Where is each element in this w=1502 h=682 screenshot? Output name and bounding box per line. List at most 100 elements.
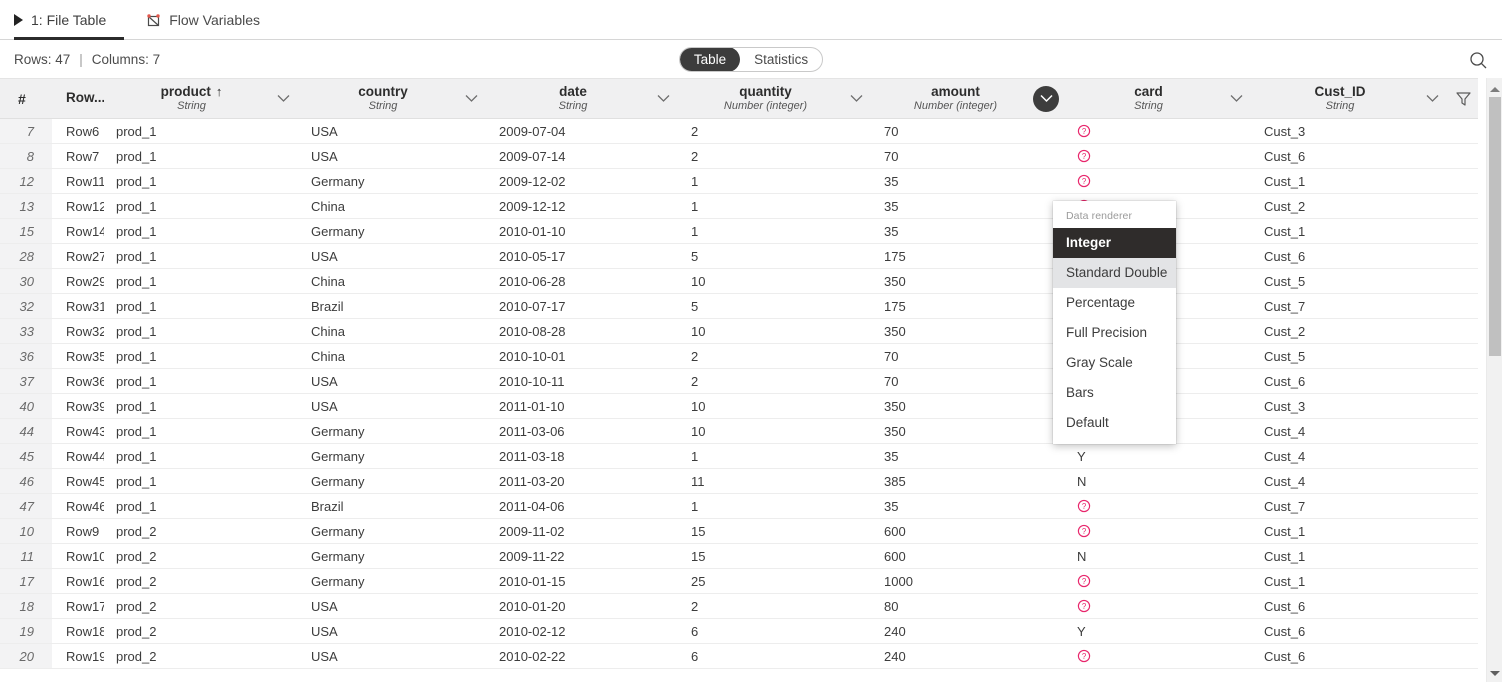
table-row[interactable]: 28Row27prod_1USA2010-05-175175?Cust_6 <box>0 243 1478 269</box>
cell-spacer <box>1448 443 1478 469</box>
table-row[interactable]: 7 Row6 prod_1 USA 2009-07-04 2 70? Cust_3 <box>0 118 1478 144</box>
cell-rowid: Row39 <box>52 393 104 419</box>
column-header-country[interactable]: country String <box>299 78 487 119</box>
column-header-card[interactable]: card String <box>1065 78 1252 119</box>
column-name-cust-id: Cust_ID <box>1314 83 1366 99</box>
view-toggle-wrapper: Table Statistics <box>0 40 1502 78</box>
cell-spacer <box>1448 418 1478 444</box>
cell-date: 2010-05-17 <box>487 243 679 269</box>
cell-country: Brazil <box>299 293 487 319</box>
menu-item-percentage[interactable]: Percentage <box>1053 288 1176 318</box>
table-row[interactable]: 17 Row16 prod_2 Germany 2010-01-15 25 1000? Cus… <box>0 568 1478 594</box>
table-row[interactable]: 20 Row19 prod_2 USA 2010-02-22 6 240? Cust_6 <box>0 643 1478 669</box>
cell-amount: 70 <box>872 118 1065 144</box>
column-name-quantity: quantity <box>739 83 792 99</box>
cell-product: prod_1 <box>104 293 299 319</box>
svg-text:?: ? <box>1082 576 1087 585</box>
tab-file-table-label: 1: File Table <box>31 12 107 28</box>
cell-card: ? <box>1065 593 1252 619</box>
table-row[interactable]: 10 Row9 prod_2 Germany 2009-11-02 15 600? Cust_… <box>0 518 1478 544</box>
data-renderer-menu[interactable]: Data renderer Integer Standard Double Perc… <box>1053 201 1176 444</box>
column-name-product: product ↑ <box>160 83 223 99</box>
table-row[interactable]: 18 Row17 prod_2 USA 2010-01-20 2 80? Cust_6 <box>0 593 1478 619</box>
cell-spacer <box>1448 518 1478 544</box>
cell-country: Germany <box>299 518 487 544</box>
toggle-option-statistics[interactable]: Statistics <box>740 48 822 71</box>
table-row[interactable]: 40Row39prod_1USA2011-01-1010350YCust_3 <box>0 393 1478 419</box>
cell-rowid: Row29 <box>52 268 104 294</box>
cell-index: 8 <box>0 143 52 169</box>
cell-quantity: 6 <box>679 643 872 669</box>
cell-spacer <box>1448 343 1478 369</box>
scrollbar-thumb[interactable] <box>1489 97 1501 356</box>
column-menu-chevron-date[interactable] <box>653 89 673 109</box>
column-menu-chevron-product[interactable] <box>273 89 293 109</box>
column-menu-chevron-country[interactable] <box>461 89 481 109</box>
cell-amount: 80 <box>872 593 1065 619</box>
filter-funnel-icon[interactable] <box>1448 79 1478 118</box>
menu-item-default[interactable]: Default <box>1053 408 1176 438</box>
search-icon[interactable] <box>1466 48 1490 72</box>
table-row[interactable]: 30Row29prod_1China2010-06-2810350?Cust_5 <box>0 268 1478 294</box>
cell-index: 32 <box>0 293 52 319</box>
table-row[interactable]: 12 Row11 prod_1 Germany 2009-12-02 1 35? Cust_1 <box>0 168 1478 194</box>
table-row[interactable]: 46 Row45 prod_1 Germany 2011-03-20 11 385 N Cust… <box>0 468 1478 494</box>
table-row[interactable]: 32Row31prod_1Brazil2010-07-175175?Cust_7 <box>0 293 1478 319</box>
cell-rowid: Row36 <box>52 368 104 394</box>
column-menu-chevron-quantity[interactable] <box>846 89 866 109</box>
cell-date: 2011-04-06 <box>487 493 679 519</box>
menu-item-full-precision[interactable]: Full Precision <box>1053 318 1176 348</box>
table-row[interactable]: 8 Row7 prod_1 USA 2009-07-14 2 70? Cust_6 <box>0 143 1478 169</box>
cell-spacer <box>1448 293 1478 319</box>
table-row[interactable]: 11 Row10 prod_2 Germany 2009-11-22 15 600 N Cust… <box>0 543 1478 569</box>
column-header-quantity[interactable]: quantity Number (integer) <box>679 78 872 119</box>
table-row[interactable]: 19 Row18 prod_2 USA 2010-02-12 6 240 Y Cust_6 <box>0 618 1478 644</box>
column-menu-chevron-card[interactable] <box>1226 89 1246 109</box>
cell-spacer <box>1448 318 1478 344</box>
table-row[interactable]: 45 Row44 prod_1 Germany 2011-03-18 1 35 Y Cust_4 <box>0 443 1478 469</box>
vertical-scrollbar[interactable] <box>1486 78 1502 682</box>
scroll-up-arrow-icon[interactable] <box>1487 82 1502 96</box>
play-triangle-icon <box>14 14 23 26</box>
cell-rowid: Row43 <box>52 418 104 444</box>
tab-flow-variables[interactable]: Flow Variables <box>128 0 282 40</box>
column-type-card: String <box>1134 99 1163 112</box>
menu-item-bars[interactable]: Bars <box>1053 378 1176 408</box>
scroll-down-arrow-icon[interactable] <box>1487 666 1502 680</box>
menu-item-standard-double[interactable]: Standard Double <box>1053 258 1176 288</box>
table-row[interactable]: 13Row12prod_1China2009-12-12135?Cust_2 <box>0 193 1478 219</box>
column-header-rowid[interactable]: Row... <box>52 78 105 119</box>
table-row[interactable]: 47 Row46 prod_1 Brazil 2011-04-06 1 35? Cust_7 <box>0 493 1478 519</box>
table-row[interactable]: 36Row35prod_1China2010-10-01270?Cust_5 <box>0 343 1478 369</box>
column-header-amount[interactable]: amount Number (integer) <box>872 78 1065 119</box>
cell-cust-id: Cust_6 <box>1252 243 1448 269</box>
cell-product: prod_1 <box>104 218 299 244</box>
cell-product: prod_1 <box>104 493 299 519</box>
menu-item-integer[interactable]: Integer <box>1053 228 1176 258</box>
table-row[interactable]: 37Row36prod_1USA2010-10-11270YCust_6 <box>0 368 1478 394</box>
toggle-option-table[interactable]: Table <box>679 47 741 71</box>
cell-card: ? <box>1065 493 1252 519</box>
svg-text:?: ? <box>1082 176 1087 185</box>
sort-ascending-icon[interactable]: ↑ <box>216 84 223 99</box>
column-menu-chevron-cust-id[interactable] <box>1422 89 1442 109</box>
cell-country: China <box>299 193 487 219</box>
column-header-filter[interactable] <box>1448 78 1478 119</box>
table-row[interactable]: 33Row32prod_1China2010-08-2810350?Cust_2 <box>0 318 1478 344</box>
tab-file-table[interactable]: 1: File Table <box>14 0 128 40</box>
cell-quantity: 6 <box>679 618 872 644</box>
table-row[interactable]: 15Row14prod_1Germany2010-01-10135?Cust_1 <box>0 218 1478 244</box>
column-header-product[interactable]: product ↑ String <box>104 78 299 119</box>
cell-cust-id: Cust_2 <box>1252 318 1448 344</box>
view-toggle[interactable]: Table Statistics <box>678 46 824 72</box>
column-menu-chevron-amount[interactable] <box>1033 85 1059 112</box>
column-name-country: country <box>358 83 408 99</box>
column-header-date[interactable]: date String <box>487 78 679 119</box>
column-header-cust-id[interactable]: Cust_ID String <box>1252 78 1448 119</box>
table-container: # Row... product ↑ String country String… <box>0 78 1502 682</box>
table-row[interactable]: 44Row43prod_1Germany2011-03-0610350?Cust… <box>0 418 1478 444</box>
menu-item-gray-scale[interactable]: Gray Scale <box>1053 348 1176 378</box>
cell-quantity: 10 <box>679 318 872 344</box>
cell-date: 2010-06-28 <box>487 268 679 294</box>
cell-cust-id: Cust_6 <box>1252 618 1448 644</box>
